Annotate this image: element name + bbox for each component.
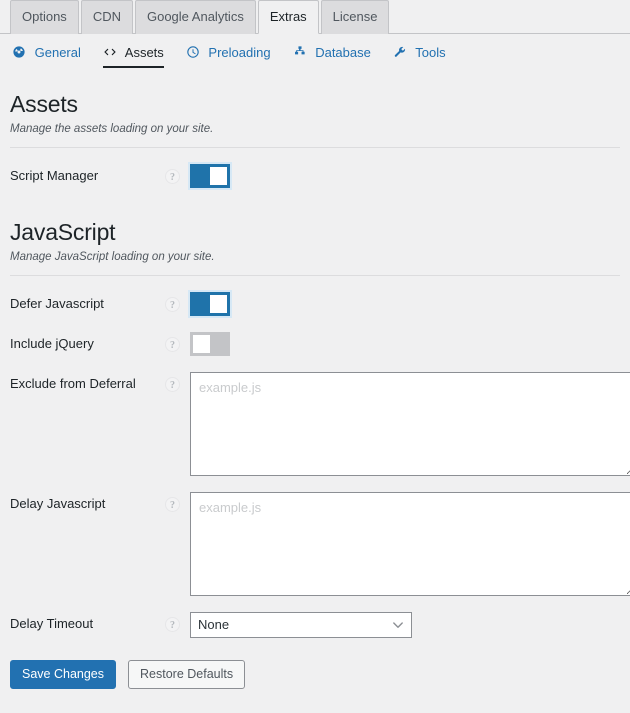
help-icon[interactable]: ?	[165, 168, 180, 184]
exclude-from-deferral-textarea[interactable]	[190, 371, 630, 476]
help-cell: ?	[165, 612, 190, 632]
code-brackets-icon	[103, 45, 117, 59]
dashboard-icon	[12, 45, 26, 59]
field-control	[188, 289, 620, 318]
field-row-script-manager: Script Manager ?	[10, 148, 620, 190]
subnav-label-tools: Tools	[415, 45, 446, 60]
tab-license[interactable]: License	[320, 0, 390, 34]
subnav-item-general[interactable]: General	[12, 45, 81, 68]
toggle-knob	[210, 294, 227, 313]
tab-extras[interactable]: Extras	[257, 0, 319, 34]
field-label-exclude-from-deferral: Exclude from Deferral	[10, 375, 136, 391]
help-cell: ?	[165, 332, 190, 352]
help-cell: ?	[165, 372, 190, 392]
delay-javascript-textarea[interactable]	[190, 491, 630, 596]
field-control	[190, 491, 630, 596]
section-subtitle-assets: Manage the assets loading on your site.	[10, 122, 214, 135]
help-cell: ?	[165, 292, 190, 312]
field-label-script-manager: Script Manager	[10, 167, 99, 183]
delay-timeout-select-wrap: None	[190, 611, 412, 638]
field-label-defer-javascript: Defer Javascript	[10, 295, 104, 311]
help-cell: ?	[165, 492, 190, 512]
field-row-defer-javascript: Defer Javascript ?	[10, 276, 620, 318]
clock-icon	[186, 45, 200, 59]
field-label-delay-javascript: Delay Javascript	[10, 495, 106, 511]
help-icon[interactable]: ?	[165, 376, 180, 392]
field-row-delay-javascript: Delay Javascript ?	[10, 476, 630, 596]
wrench-icon	[393, 45, 407, 59]
help-cell: ?	[165, 164, 190, 184]
subnav-item-assets[interactable]: Assets	[102, 45, 164, 68]
settings-content: Assets Manage the assets loading on your…	[0, 90, 630, 701]
field-label-delay-timeout: Delay Timeout	[10, 615, 94, 631]
tab-cdn[interactable]: CDN	[80, 0, 133, 34]
subnav-label-general: General	[34, 45, 81, 60]
help-icon[interactable]: ?	[165, 336, 180, 352]
subnav-label-preloading: Preloading	[208, 45, 271, 60]
section-title-assets: Assets	[10, 91, 78, 117]
section-title-javascript: JavaScript	[10, 218, 116, 245]
restore-defaults-button[interactable]: Restore Defaults	[128, 659, 246, 690]
toggle-include-jquery[interactable]	[190, 331, 230, 356]
field-row-exclude-from-deferral: Exclude from Deferral ?	[10, 356, 630, 476]
field-control	[190, 371, 630, 476]
toggle-knob	[193, 334, 210, 353]
field-control	[190, 331, 620, 356]
toggle-defer-javascript[interactable]	[188, 289, 232, 318]
toggle-knob	[210, 166, 227, 185]
toggle-script-manager[interactable]	[188, 161, 232, 190]
field-label-include-jquery: Include jQuery	[10, 335, 94, 351]
help-icon[interactable]: ?	[165, 616, 180, 632]
subnav-item-preloading[interactable]: Preloading	[186, 45, 271, 68]
form-actions: Save Changes Restore Defaults	[10, 638, 620, 702]
field-row-include-jquery: Include jQuery ?	[10, 316, 620, 356]
help-icon[interactable]: ?	[165, 496, 180, 512]
tab-options[interactable]: Options	[10, 0, 79, 34]
subnav-item-tools[interactable]: Tools	[393, 45, 446, 68]
section-subtitle-javascript: Manage JavaScript loading on your site.	[10, 250, 215, 263]
delay-timeout-select[interactable]: None	[190, 611, 412, 638]
help-icon[interactable]: ?	[165, 296, 180, 312]
tab-bar: Options CDN Google Analytics Extras License	[0, 0, 630, 34]
sitemap-icon	[293, 45, 307, 59]
save-changes-button[interactable]: Save Changes	[10, 659, 117, 690]
field-row-delay-timeout: Delay Timeout ? None	[10, 596, 620, 638]
sub-navigation: General Assets Preloading Database Tools	[0, 34, 630, 70]
field-control	[188, 161, 620, 190]
subnav-item-database[interactable]: Database	[293, 45, 371, 68]
field-control: None	[190, 611, 620, 638]
subnav-label-assets: Assets	[124, 45, 164, 60]
tab-google-analytics[interactable]: Google Analytics	[134, 0, 256, 34]
subnav-label-database: Database	[315, 45, 371, 60]
